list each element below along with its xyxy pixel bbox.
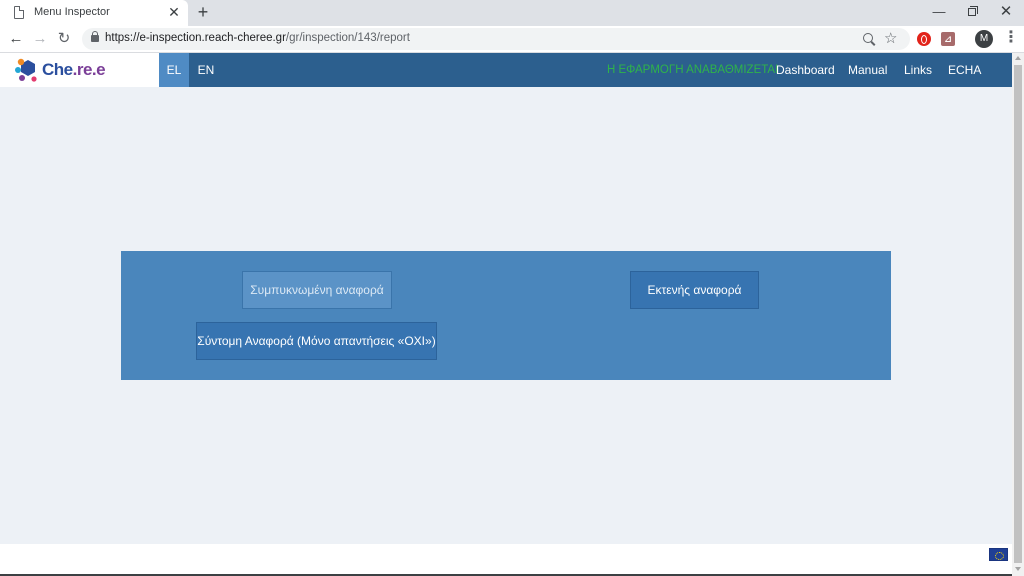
nav-echa-link[interactable]: ECHA xyxy=(948,53,981,87)
site-logo[interactable]: Che.re.e xyxy=(0,53,159,87)
tab-close-icon[interactable]: ✕ xyxy=(166,4,182,20)
browser-menu-icon[interactable]: ⋮ xyxy=(1003,29,1019,49)
cheree-logo-icon xyxy=(15,58,37,82)
bookmark-star-icon[interactable]: ☆ xyxy=(884,29,897,49)
site-navbar: Che.re.e EL EN Η ΕΦΑΡΜΟΓΗ ΑΝΑΒΑΘΜΙΖΕΤΑΙ … xyxy=(0,53,1012,87)
url-path: /gr/inspection/143/report xyxy=(285,32,410,44)
condensed-report-button[interactable]: Συμπυκνωμένη αναφορά xyxy=(242,271,392,309)
language-el-button[interactable]: EL xyxy=(159,53,189,87)
page-icon xyxy=(14,5,25,19)
pdf-extension-icon[interactable]: ⊿ xyxy=(941,32,955,46)
report-options-panel xyxy=(121,251,891,380)
logo-text: Che.re.e xyxy=(42,60,106,80)
window-close-icon[interactable]: ✕ xyxy=(995,1,1017,23)
scroll-up-icon[interactable] xyxy=(1015,56,1021,60)
tab-title: Menu Inspector xyxy=(34,6,110,18)
browser-tab-strip: Menu Inspector ✕ + — ✕ xyxy=(0,0,1024,26)
nav-update-notice[interactable]: Η ΕΦΑΡΜΟΓΗ ΑΝΑΒΑΘΜΙΖΕΤΑΙ xyxy=(607,53,778,87)
address-bar[interactable]: https://e-inspection.reach-cheree.gr/gr/… xyxy=(82,28,910,50)
opera-extension-icon[interactable] xyxy=(917,32,931,46)
url-host: https://e-inspection.reach-cheree.gr xyxy=(105,32,286,44)
minimize-icon[interactable]: — xyxy=(928,1,950,23)
logo-text-accent: .re.e xyxy=(72,60,106,79)
profile-avatar[interactable]: M xyxy=(975,30,993,48)
scroll-down-icon[interactable] xyxy=(1015,567,1021,571)
scroll-thumb[interactable] xyxy=(1014,65,1022,563)
nav-links-link[interactable]: Links xyxy=(904,53,932,87)
page-footer xyxy=(0,544,1012,576)
reload-icon[interactable]: ↻ xyxy=(54,29,74,49)
eu-flag-icon xyxy=(989,548,1008,561)
browser-toolbar: ← → ↻ https://e-inspection.reach-cheree.… xyxy=(0,26,1024,53)
lock-icon[interactable] xyxy=(91,31,99,42)
logo-text-main: Che xyxy=(42,60,73,79)
short-report-button[interactable]: Σύντομη Αναφορά (Μόνο απαντήσεις «ΟΧΙ») xyxy=(196,322,437,360)
zoom-icon[interactable] xyxy=(862,32,876,46)
language-en-button[interactable]: EN xyxy=(192,53,220,87)
new-tab-icon[interactable]: + xyxy=(193,2,213,22)
nav-manual-link[interactable]: Manual xyxy=(848,53,887,87)
restore-icon[interactable] xyxy=(961,1,983,23)
back-arrow-icon[interactable]: ← xyxy=(6,29,26,49)
nav-dashboard-link[interactable]: Dashboard xyxy=(776,53,835,87)
forward-arrow-icon[interactable]: → xyxy=(30,29,50,49)
vertical-scrollbar[interactable] xyxy=(1012,53,1024,576)
extended-report-button[interactable]: Εκτενής αναφορά xyxy=(630,271,759,309)
url-text[interactable]: https://e-inspection.reach-cheree.gr/gr/… xyxy=(105,32,410,44)
browser-tab[interactable]: Menu Inspector ✕ xyxy=(0,0,188,26)
